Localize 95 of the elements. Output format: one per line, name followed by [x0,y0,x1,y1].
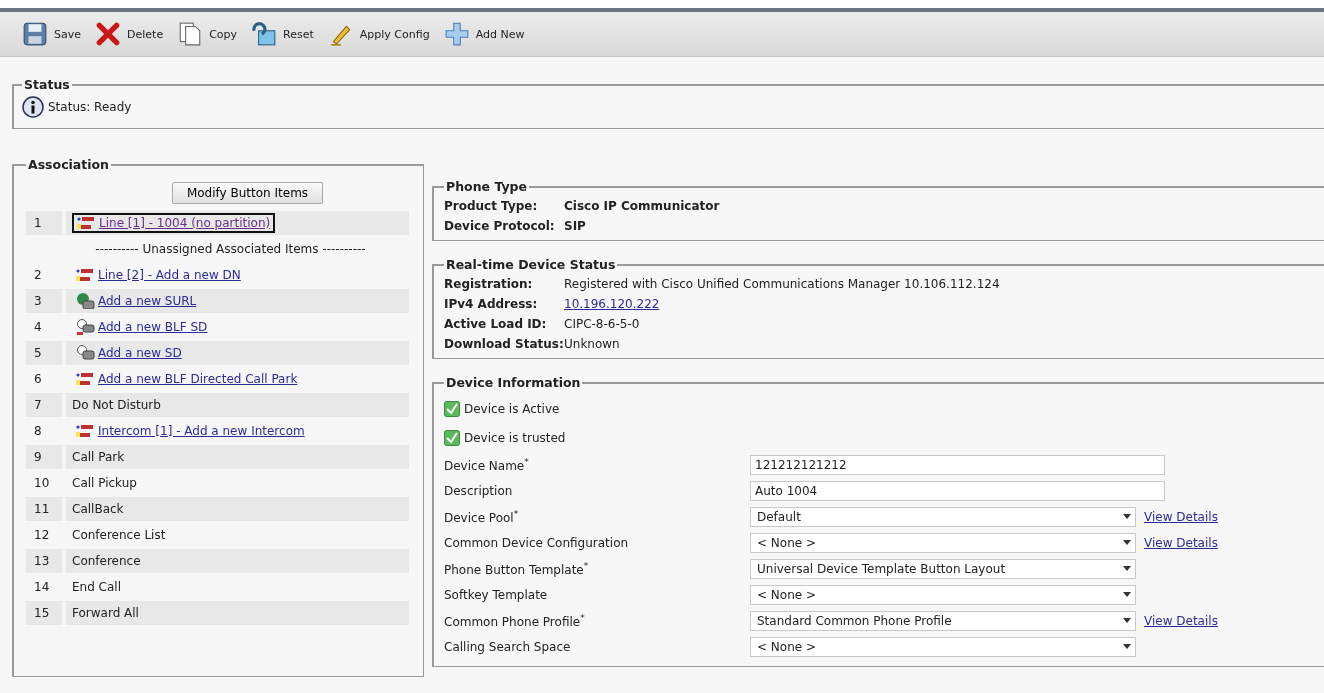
separator-label: ---------- Unassigned Associated Items ---------- [95,242,366,256]
view-details-link[interactable]: View Details [1144,614,1314,628]
panel-title: Association [27,157,111,172]
item-link[interactable]: Add a new BLF Directed Call Park [72,370,302,388]
field-label: Softkey Template [444,588,549,602]
item-link[interactable]: Intercom [1] - Add a new Intercom [72,422,309,440]
toolbar-button[interactable]: Reset [247,19,318,49]
caret-icon [1123,514,1131,520]
row-number: 7 [26,393,62,417]
line-icon [77,215,97,231]
dropdown[interactable]: Standard Common Phone Profile [750,611,1136,631]
view-details-link[interactable]: View Details [1144,510,1314,524]
field-label: Device Name$^{*}$ [444,457,530,473]
caret-icon [1123,618,1131,624]
checkbox-label: Device is Active [464,401,560,416]
caret-icon [1123,540,1131,546]
item-link[interactable]: Add a new BLF SD [72,318,212,336]
text-field[interactable]: Auto 1004 [750,481,1165,501]
field-value: CIPC-8-6-5-0 [564,316,641,332]
field-value: Registered with Cisco Unified Communications Manager 10.106.112.124 [564,276,1001,292]
view-details-link[interactable]: View Details [1144,536,1314,550]
item-label: End Call [72,580,122,594]
row-number: 10 [33,475,51,492]
checkbox[interactable] [444,429,460,446]
line-icon [76,371,96,387]
item-link[interactable]: Line [1] - 1004 (no partition) [72,213,276,233]
row-number: 4 [33,319,43,336]
field-label: Device Pool$^{*}$ [444,509,520,525]
row-number: 15 [26,601,62,625]
caret-icon [1123,566,1131,572]
row-number: 12 [33,527,51,544]
modify-button-items-button[interactable]: Modify Button Items [171,182,324,204]
row-number: 14 [33,579,51,596]
status-text: Status: Ready [48,100,132,114]
checkbox[interactable] [444,400,460,417]
item-label: Conference [72,554,141,568]
field-label: Device Protocol: [444,218,556,234]
line-icon [76,267,96,283]
toolbar-button[interactable]: Delete [91,19,168,49]
field-label: Calling Search Space [444,640,572,654]
field-label: Registration: [444,276,534,292]
dropdown[interactable]: Default [750,507,1136,527]
row-number: 5 [26,341,62,365]
caret-icon [1123,592,1131,598]
item-label: Call Park [72,450,125,464]
field-label: Active Load ID: [444,316,548,332]
field-label: Download Status: [444,336,564,352]
row-number: 9 [26,445,62,469]
speed-dial-icon [76,319,96,335]
dropdown[interactable]: < None > [750,637,1136,657]
item-label: Forward All [72,606,139,620]
info-icon [22,96,44,118]
save-icon [22,21,48,47]
ip-address-link[interactable]: 10.196.120.222 [564,297,660,311]
row-number: 1 [26,211,62,235]
toolbar-button[interactable]: Save [18,19,85,49]
toolbar-button[interactable]: Add New [439,19,529,49]
delete-icon [95,21,121,47]
toolbar-button[interactable]: Apply Config [323,19,434,49]
panel-title: Status [23,77,71,92]
dropdown[interactable]: < None > [750,533,1136,553]
row-number: 11 [26,497,62,521]
item-link[interactable]: Line [2] - Add a new DN [72,266,245,284]
caret-icon [1123,644,1131,650]
field-value: Cisco IP Communicator [564,198,721,214]
globe-phone-icon [76,293,96,309]
row-number: 8 [33,423,43,440]
row-number: 6 [33,371,43,388]
field-value: SIP [564,218,587,234]
item-label: Call Pickup [72,476,137,490]
speed-dial-icon [76,345,96,361]
row-number: 13 [26,549,62,573]
panel-title: Device Information [445,375,582,390]
item-label: Conference List [72,528,166,542]
reset-icon [251,21,278,47]
field-label: Phone Button Template$^{*}$ [444,561,590,577]
text-field[interactable]: 121212121212 [750,455,1165,475]
field-label: IPv4 Address: [444,296,539,312]
row-number: 3 [26,289,62,313]
field-value: Unknown [564,336,621,352]
checkbox-label: Device is trusted [464,430,566,445]
panel-title: Phone Type [445,179,528,194]
field-label: Product Type: [444,198,539,214]
toolbar-button[interactable]: Copy [173,19,242,49]
plus-icon [443,21,470,47]
dropdown[interactable]: Universal Device Template Button Layout [750,559,1136,579]
field-label: Common Device Configuration [444,536,630,550]
row-number: 2 [33,267,43,284]
line-icon [76,423,96,439]
item-label: CallBack [72,502,124,516]
item-label: Do Not Disturb [72,398,161,412]
dropdown[interactable]: < None > [750,585,1136,605]
panel-title: Real-time Device Status [445,257,617,272]
field-label: Description [444,484,514,498]
field-label: Common Phone Profile$^{*}$ [444,613,586,629]
